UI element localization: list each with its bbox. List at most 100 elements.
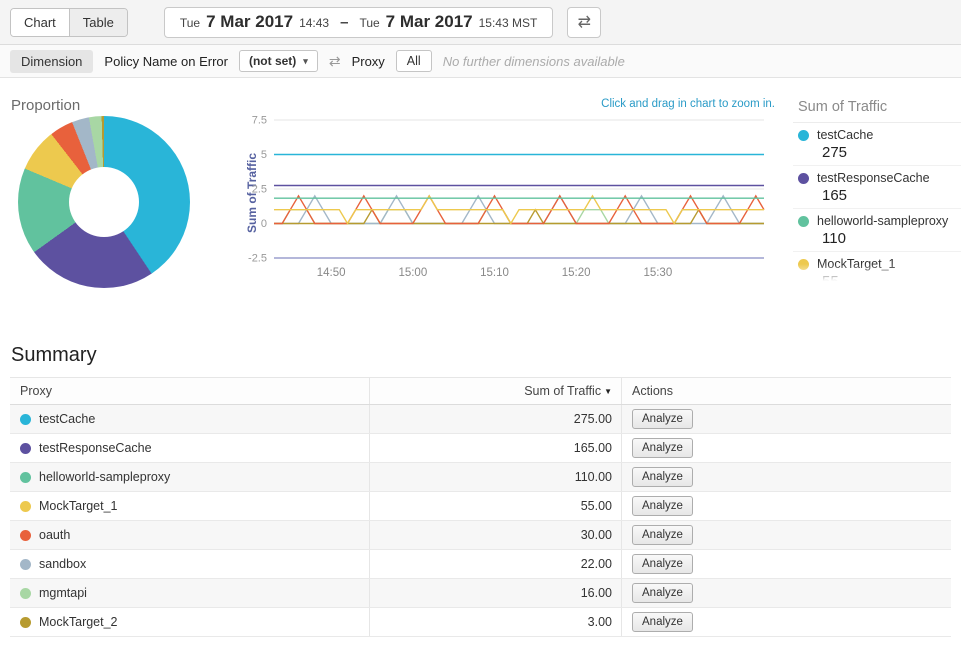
- end-time: 15:43 MST: [479, 16, 538, 30]
- y-tick-label: -2.5: [248, 253, 267, 265]
- analyze-button[interactable]: Analyze: [632, 409, 693, 429]
- series-color-dot: [20, 559, 31, 570]
- legend-fade-overlay: [793, 264, 961, 284]
- dimension-toolbar: Dimension Policy Name on Error (not set)…: [0, 45, 961, 78]
- date-range-picker[interactable]: Tue 7 Mar 2017 14:43 – Tue 7 Mar 2017 15…: [164, 7, 553, 38]
- dimension-selected-value: (not set): [249, 54, 296, 68]
- traffic-value: 16.00: [370, 579, 622, 607]
- table-tab[interactable]: Table: [70, 9, 127, 36]
- chart-legend: Sum of Traffic testCache 275 testRespons…: [793, 96, 961, 284]
- legend-series-value: 275: [822, 144, 961, 161]
- sort-descending-icon: ▼: [604, 387, 612, 396]
- proxy-name: testResponseCache: [39, 441, 152, 455]
- summary-table: Proxy Sum of Traffic ▼ Actions testCache…: [10, 377, 951, 637]
- dimension-chip: Dimension: [10, 50, 93, 73]
- y-tick-label: 5: [261, 149, 267, 161]
- proxy-all-button[interactable]: All: [396, 50, 432, 72]
- analyze-button[interactable]: Analyze: [632, 612, 693, 632]
- traffic-value: 165.00: [370, 434, 622, 462]
- series-color-dot: [20, 530, 31, 541]
- line-chart-svg: 7.5 5 2.5 0 -2.5 14:50 15:00 15:10 15:20 15:30: [232, 108, 782, 288]
- table-row: testCache 275.00 Analyze: [10, 405, 951, 434]
- series-color-dot: [20, 588, 31, 599]
- legend-item[interactable]: testResponseCache 165: [793, 166, 961, 209]
- date-range-separator: –: [340, 14, 348, 31]
- analyze-button[interactable]: Analyze: [632, 525, 693, 545]
- legend-series-name: helloworld-sampleproxy: [817, 214, 948, 228]
- legend-series-value: 165: [822, 187, 961, 204]
- analyze-button[interactable]: Analyze: [632, 496, 693, 516]
- chart-tab[interactable]: Chart: [11, 9, 70, 36]
- column-header-proxy: Proxy: [10, 378, 370, 404]
- table-row: MockTarget_2 3.00 Analyze: [10, 608, 951, 637]
- table-row: MockTarget_1 55.00 Analyze: [10, 492, 951, 521]
- traffic-value: 55.00: [370, 492, 622, 520]
- proxy-name: oauth: [39, 528, 70, 542]
- chevron-down-icon: ▾: [303, 56, 308, 67]
- proxy-name: sandbox: [39, 557, 86, 571]
- proportion-donut-chart[interactable]: [18, 116, 190, 288]
- y-tick-label: 2.5: [252, 184, 267, 196]
- dimension-hint: No further dimensions available: [443, 54, 625, 69]
- column-header-actions: Actions: [622, 378, 951, 404]
- series-line-MockTarget_2: [274, 210, 764, 224]
- traffic-value: 275.00: [370, 405, 622, 433]
- series-color-dot: [20, 472, 31, 483]
- series-color-dot: [798, 130, 809, 141]
- chart-table-toggle: Chart Table: [10, 8, 128, 37]
- proportion-title: Proportion: [11, 97, 80, 114]
- table-row: helloworld-sampleproxy 110.00 Analyze: [10, 463, 951, 492]
- legend-item[interactable]: testCache 275: [793, 123, 961, 166]
- series-color-dot: [20, 443, 31, 454]
- start-time: 14:43: [299, 16, 329, 30]
- traffic-value: 22.00: [370, 550, 622, 578]
- dimension-name: Policy Name on Error: [104, 54, 228, 69]
- analyze-button[interactable]: Analyze: [632, 583, 693, 603]
- series-line-MockTarget_1: [274, 196, 764, 224]
- proxy-name: MockTarget_2: [39, 615, 118, 629]
- series-color-dot: [20, 501, 31, 512]
- series-color-dot: [20, 617, 31, 628]
- proxy-name: MockTarget_1: [39, 499, 118, 513]
- legend-series-name: testResponseCache: [817, 171, 930, 185]
- table-row: testResponseCache 165.00 Analyze: [10, 434, 951, 463]
- legend-series-value: 110: [822, 230, 961, 247]
- analyze-button[interactable]: Analyze: [632, 438, 693, 458]
- end-date: 7 Mar 2017: [386, 12, 473, 32]
- x-tick-label: 15:30: [643, 267, 672, 279]
- swap-dimension-icon: ⇄: [329, 53, 341, 70]
- x-tick-label: 15:00: [398, 267, 427, 279]
- x-tick-label: 15:10: [480, 267, 509, 279]
- start-day: Tue: [180, 16, 200, 30]
- traffic-value: 3.00: [370, 608, 622, 636]
- y-tick-label: 7.5: [252, 115, 267, 127]
- proxy-name: helloworld-sampleproxy: [39, 470, 170, 484]
- start-date: 7 Mar 2017: [206, 12, 293, 32]
- end-day: Tue: [359, 16, 379, 30]
- dimension-value-dropdown[interactable]: (not set) ▾: [239, 50, 318, 72]
- table-row: sandbox 22.00 Analyze: [10, 550, 951, 579]
- refresh-button[interactable]: ⇄: [567, 7, 601, 38]
- series-color-dot: [798, 216, 809, 227]
- series-line-mgmtapi: [274, 210, 764, 224]
- legend-series-name: testCache: [817, 128, 873, 142]
- donut-hole: [69, 167, 139, 237]
- table-row: oauth 30.00 Analyze: [10, 521, 951, 550]
- column-header-sum-of-traffic[interactable]: Sum of Traffic ▼: [370, 378, 622, 404]
- refresh-icon: ⇄: [578, 12, 591, 32]
- traffic-line-chart[interactable]: Sum of Traffic 7.552.50-2.514:5015:0015:…: [232, 108, 782, 300]
- table-header-row: Proxy Sum of Traffic ▼ Actions: [10, 377, 951, 405]
- traffic-value: 30.00: [370, 521, 622, 549]
- x-tick-label: 14:50: [317, 267, 346, 279]
- x-tick-label: 15:20: [562, 267, 591, 279]
- traffic-value: 110.00: [370, 463, 622, 491]
- summary-title: Summary: [11, 344, 97, 367]
- legend-item[interactable]: helloworld-sampleproxy 110: [793, 209, 961, 252]
- legend-title: Sum of Traffic: [793, 96, 961, 123]
- analyze-button[interactable]: Analyze: [632, 467, 693, 487]
- analyze-button[interactable]: Analyze: [632, 554, 693, 574]
- table-row: mgmtapi 16.00 Analyze: [10, 579, 951, 608]
- top-toolbar: Chart Table Tue 7 Mar 2017 14:43 – Tue 7…: [0, 0, 961, 45]
- y-tick-label: 0: [261, 218, 267, 230]
- series-color-dot: [798, 173, 809, 184]
